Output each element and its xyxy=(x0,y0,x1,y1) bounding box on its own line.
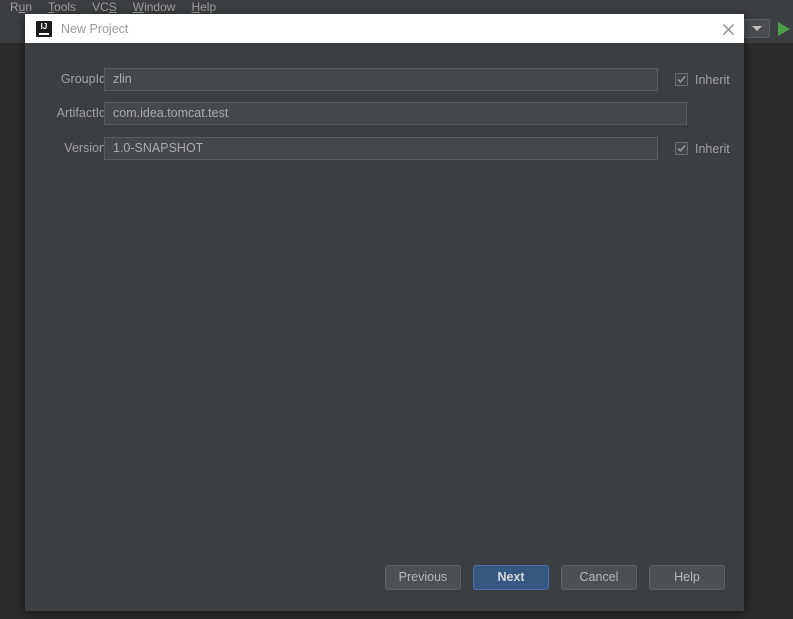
intellij-idea-icon: IJ xyxy=(36,20,52,37)
artifactid-input[interactable]: com.idea.tomcat.test xyxy=(104,102,687,125)
new-project-dialog: IJ New Project GroupId zlin Inherit Arti… xyxy=(25,14,744,611)
menu-item-run[interactable]: Run xyxy=(10,0,32,15)
menu-label-part: ools xyxy=(54,0,77,14)
artifactid-label: ArtifactId xyxy=(56,106,106,120)
menu-mnemonic: H xyxy=(191,0,201,14)
dialog-title-bar: IJ New Project xyxy=(25,14,744,43)
checkbox-checked-icon xyxy=(675,142,688,155)
menu-label-part: elp xyxy=(200,0,217,14)
form-row-groupid: GroupId zlin Inherit xyxy=(25,68,744,91)
menu-item-vcs[interactable]: VCS xyxy=(92,0,117,15)
ide-menu-bar: Run Tools VCS Window Help xyxy=(0,0,793,15)
menu-label-part: n xyxy=(25,0,33,14)
version-label: Version xyxy=(64,141,106,155)
close-icon[interactable] xyxy=(720,21,736,37)
menu-item-help[interactable]: Help xyxy=(191,0,216,15)
menu-label-part: R xyxy=(10,0,19,14)
menu-mnemonic: W xyxy=(132,0,145,14)
menu-item-tools[interactable]: Tools xyxy=(48,0,76,15)
intellij-idea-icon-bar xyxy=(39,32,49,35)
form-row-artifactid: ArtifactId com.idea.tomcat.test xyxy=(25,102,744,125)
dialog-title: New Project xyxy=(61,21,129,36)
run-triangle-icon xyxy=(778,21,790,36)
checkbox-checked-icon xyxy=(675,73,688,86)
menu-label-part: indow xyxy=(144,0,176,14)
groupid-inherit-label: Inherit xyxy=(695,72,730,87)
dialog-body: GroupId zlin Inherit ArtifactId com.idea… xyxy=(25,43,744,611)
form-row-version: Version 1.0-SNAPSHOT Inherit xyxy=(25,137,744,160)
groupid-label: GroupId xyxy=(60,72,106,86)
groupid-inherit-checkbox[interactable]: Inherit xyxy=(675,68,730,91)
run-configuration-dropdown[interactable] xyxy=(744,19,770,38)
help-button[interactable]: Help xyxy=(649,565,725,590)
dialog-footer: Previous Next Cancel Help xyxy=(25,553,744,611)
menu-item-window[interactable]: Window xyxy=(133,0,176,15)
chevron-down-icon xyxy=(752,26,762,31)
run-button[interactable] xyxy=(776,19,792,38)
groupid-input[interactable]: zlin xyxy=(104,68,658,91)
version-input[interactable]: 1.0-SNAPSHOT xyxy=(104,137,658,160)
intellij-idea-icon-text: IJ xyxy=(40,21,48,31)
menu-mnemonic: S xyxy=(108,0,117,14)
menu-label-part: VC xyxy=(92,0,109,14)
version-inherit-checkbox[interactable]: Inherit xyxy=(675,137,730,160)
cancel-button[interactable]: Cancel xyxy=(561,565,637,590)
previous-button[interactable]: Previous xyxy=(385,565,461,590)
next-button[interactable]: Next xyxy=(473,565,549,590)
version-inherit-label: Inherit xyxy=(695,141,730,156)
